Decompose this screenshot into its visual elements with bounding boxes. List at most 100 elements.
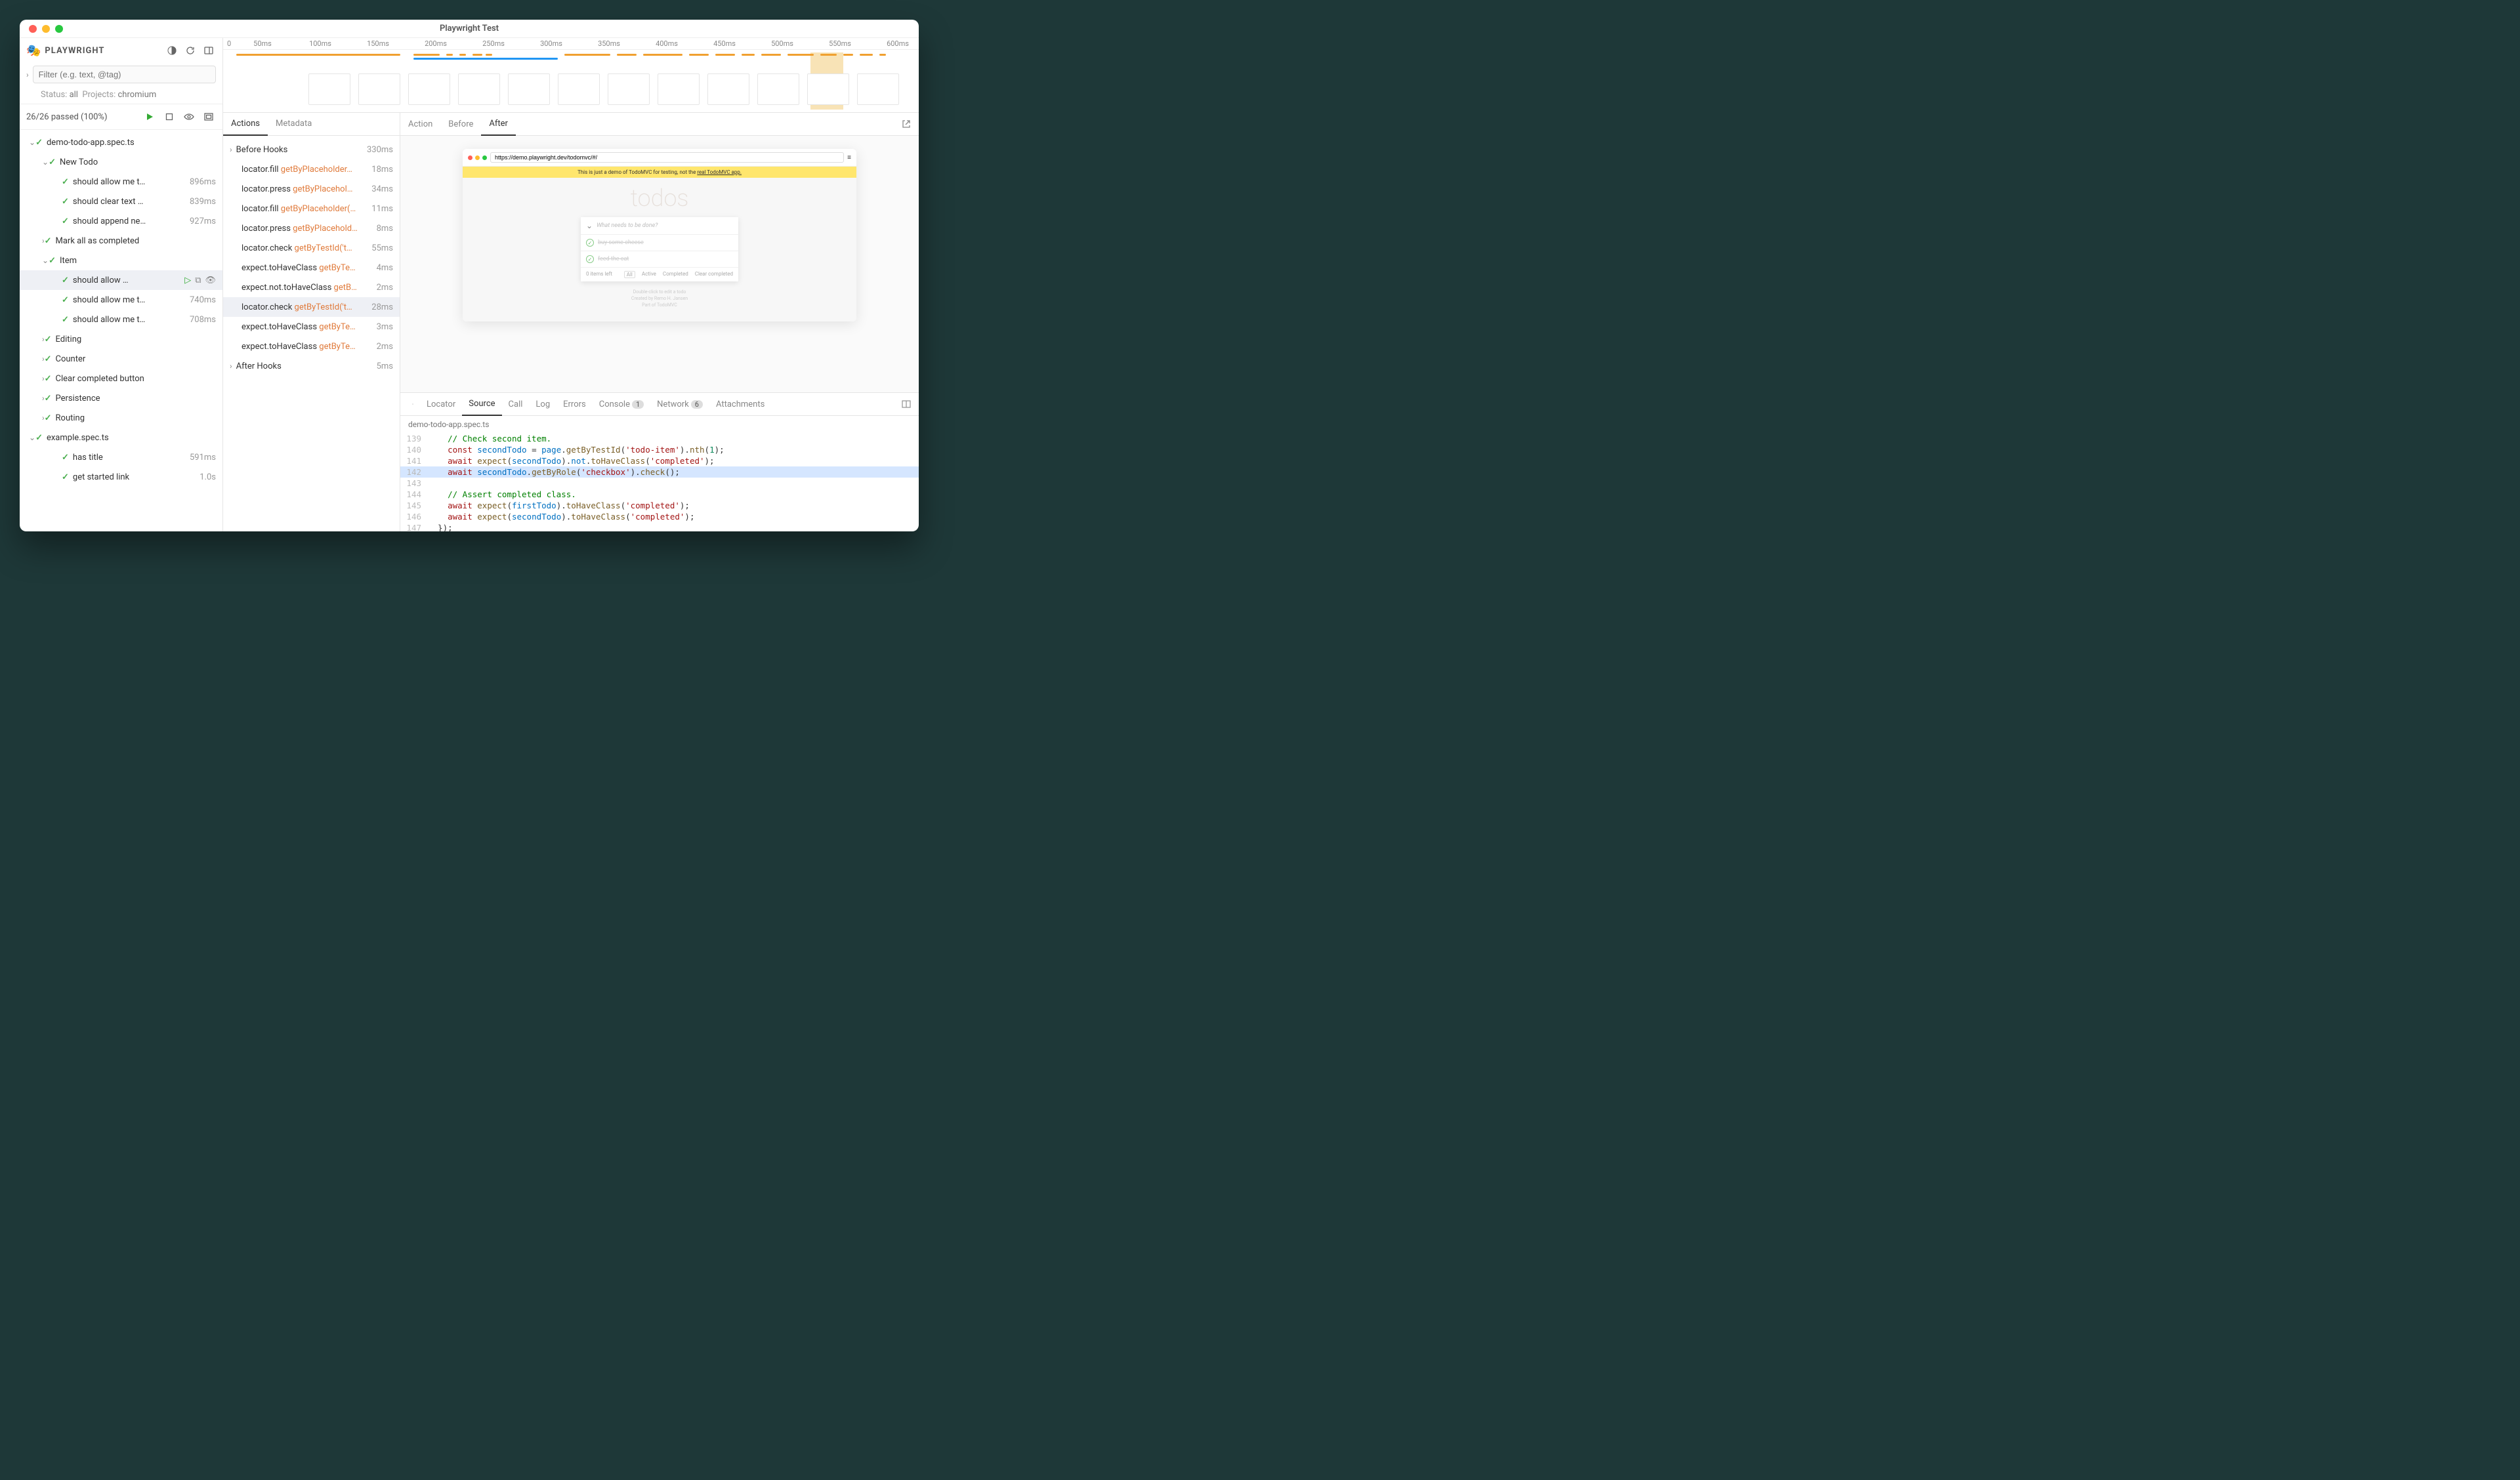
action-row[interactable]: locator.check getByTestId('t…28ms bbox=[223, 297, 400, 317]
action-row[interactable]: ›After Hooks5ms bbox=[223, 356, 400, 376]
tab-call[interactable]: Call bbox=[502, 394, 530, 415]
run-all-icon[interactable] bbox=[142, 110, 157, 124]
chevron-icon[interactable]: ⌄ bbox=[42, 256, 49, 265]
tree-row[interactable]: › ✓Persistence bbox=[20, 388, 222, 408]
snapshot-url bbox=[490, 152, 844, 163]
tree-row[interactable]: › ✓Editing bbox=[20, 329, 222, 349]
timeline[interactable]: 050ms100ms150ms200ms250ms300ms350ms400ms… bbox=[223, 38, 919, 113]
tab-errors[interactable]: Errors bbox=[556, 394, 593, 415]
action-row[interactable]: expect.not.toHaveClass getB…2ms bbox=[223, 278, 400, 297]
action-row[interactable]: expect.toHaveClass getByTe…3ms bbox=[223, 317, 400, 337]
action-row[interactable]: locator.fill getByPlaceholder…18ms bbox=[223, 159, 400, 179]
chevron-icon[interactable]: ⌄ bbox=[29, 433, 35, 442]
run-icon[interactable]: ▷ bbox=[184, 276, 191, 285]
tree-row[interactable]: ✓should clear text …839ms bbox=[20, 192, 222, 211]
todo-item: buy some cheese bbox=[598, 239, 644, 246]
timeline-frame[interactable] bbox=[707, 73, 749, 105]
tree-label: Item bbox=[60, 256, 216, 266]
tab-before[interactable]: Before bbox=[440, 113, 481, 135]
tree-row[interactable]: › ✓Counter bbox=[20, 349, 222, 369]
action-name: locator.press getByPlacehol… bbox=[242, 184, 368, 194]
tree-label: has title bbox=[73, 453, 186, 462]
tree-label: Editing bbox=[56, 335, 216, 344]
tree-row[interactable]: ✓should allow …▷⧉👁 bbox=[20, 270, 222, 290]
split-view-icon[interactable] bbox=[899, 397, 914, 411]
tab-actions[interactable]: Actions bbox=[223, 113, 268, 136]
timeline-frame[interactable] bbox=[608, 73, 650, 105]
timeline-frame[interactable] bbox=[757, 73, 799, 105]
tree-row[interactable]: ⌄ ✓Item bbox=[20, 251, 222, 270]
tab-source[interactable]: Source bbox=[462, 393, 501, 416]
layout-toggle-icon[interactable] bbox=[201, 43, 216, 58]
tree-row[interactable]: ⌄ ✓New Todo bbox=[20, 152, 222, 172]
tree-row[interactable]: ⌄ ✓example.spec.ts bbox=[20, 428, 222, 447]
tab-log[interactable]: Log bbox=[529, 394, 556, 415]
actions-list[interactable]: ›Before Hooks330mslocator.fill getByPlac… bbox=[223, 136, 400, 531]
timeline-frame[interactable] bbox=[658, 73, 700, 105]
action-name: locator.press getByPlacehold… bbox=[242, 224, 373, 234]
action-row[interactable]: ›Before Hooks330ms bbox=[223, 140, 400, 159]
action-name: expect.toHaveClass getByTe… bbox=[242, 342, 373, 352]
tree-label: should append ne… bbox=[73, 216, 186, 226]
timeline-tick: 450ms bbox=[713, 39, 736, 48]
action-name: expect.toHaveClass getByTe… bbox=[242, 322, 373, 332]
chevron-icon[interactable]: ⌄ bbox=[29, 138, 35, 147]
popout-icon[interactable] bbox=[899, 117, 914, 131]
window-title: Playwright Test bbox=[20, 24, 919, 33]
timeline-frame[interactable] bbox=[358, 73, 400, 105]
tab-action[interactable]: Action bbox=[400, 113, 440, 135]
watch-icon[interactable]: 👁 bbox=[205, 276, 216, 285]
timeline-tick: 150ms bbox=[367, 39, 389, 48]
timeline-frame[interactable] bbox=[458, 73, 500, 105]
tab-locator[interactable]: Locator bbox=[420, 394, 462, 415]
tab-after[interactable]: After bbox=[481, 113, 516, 136]
test-tree[interactable]: ⌄ ✓demo-todo-app.spec.ts⌄ ✓New Todo✓shou… bbox=[20, 130, 222, 531]
timeline-tick: 350ms bbox=[598, 39, 620, 48]
theme-toggle-icon[interactable] bbox=[165, 43, 179, 58]
tab-console[interactable]: Console1 bbox=[593, 394, 650, 415]
tab-network[interactable]: Network6 bbox=[650, 394, 709, 415]
action-row[interactable]: expect.toHaveClass getByTe…4ms bbox=[223, 258, 400, 278]
check-icon: ✓ bbox=[62, 472, 69, 482]
tree-row[interactable]: ✓should append ne…927ms bbox=[20, 211, 222, 231]
action-duration: 330ms bbox=[367, 145, 393, 155]
duration: 896ms bbox=[190, 177, 216, 187]
tab-attachments[interactable]: Attachments bbox=[709, 394, 771, 415]
show-browser-icon[interactable]: ⧉ bbox=[195, 276, 201, 285]
tree-row[interactable]: ✓should allow me t…740ms bbox=[20, 290, 222, 310]
action-row[interactable]: locator.press getByPlacehold…8ms bbox=[223, 218, 400, 238]
tree-row[interactable]: ✓has title591ms bbox=[20, 447, 222, 467]
collapse-icon[interactable] bbox=[201, 110, 216, 124]
tree-row[interactable]: ✓should allow me t…896ms bbox=[20, 172, 222, 192]
action-row[interactable]: expect.toHaveClass getByTe…2ms bbox=[223, 337, 400, 356]
timeline-frame[interactable] bbox=[508, 73, 550, 105]
check-icon: ✓ bbox=[45, 413, 52, 423]
chevron-icon[interactable]: ⌄ bbox=[42, 157, 49, 167]
timeline-frame[interactable] bbox=[558, 73, 600, 105]
action-row[interactable]: locator.fill getByPlaceholder(…11ms bbox=[223, 199, 400, 218]
duration: 1.0s bbox=[200, 472, 216, 482]
tree-row[interactable]: ⌄ ✓demo-todo-app.spec.ts bbox=[20, 133, 222, 152]
tree-row[interactable]: ✓get started link1.0s bbox=[20, 467, 222, 487]
action-row[interactable]: locator.check getByTestId('t…55ms bbox=[223, 238, 400, 258]
timeline-frame[interactable] bbox=[408, 73, 450, 105]
tree-row[interactable]: ✓should allow me t…708ms bbox=[20, 310, 222, 329]
action-row[interactable]: locator.press getByPlacehol…34ms bbox=[223, 179, 400, 199]
tree-row[interactable]: › ✓Routing bbox=[20, 408, 222, 428]
timeline-frame[interactable] bbox=[857, 73, 899, 105]
filter-input[interactable] bbox=[33, 66, 216, 83]
tree-row[interactable]: › ✓Mark all as completed bbox=[20, 231, 222, 251]
summary-row: 26/26 passed (100%) bbox=[20, 104, 222, 130]
check-icon: ✓ bbox=[45, 394, 52, 403]
tree-row[interactable]: › ✓Clear completed button bbox=[20, 369, 222, 388]
tab-metadata[interactable]: Metadata bbox=[268, 113, 320, 135]
timeline-frame[interactable] bbox=[807, 73, 849, 105]
reload-icon[interactable] bbox=[183, 43, 198, 58]
chevron-right-icon[interactable]: › bbox=[26, 70, 29, 79]
watch-icon[interactable] bbox=[182, 110, 196, 124]
timeline-frame[interactable] bbox=[308, 73, 350, 105]
pick-locator-icon[interactable] bbox=[406, 397, 420, 411]
source-code[interactable]: 139 // Check second item.140 const secon… bbox=[400, 433, 919, 531]
tree-label: should allow me t… bbox=[73, 177, 186, 187]
stop-icon[interactable] bbox=[162, 110, 177, 124]
